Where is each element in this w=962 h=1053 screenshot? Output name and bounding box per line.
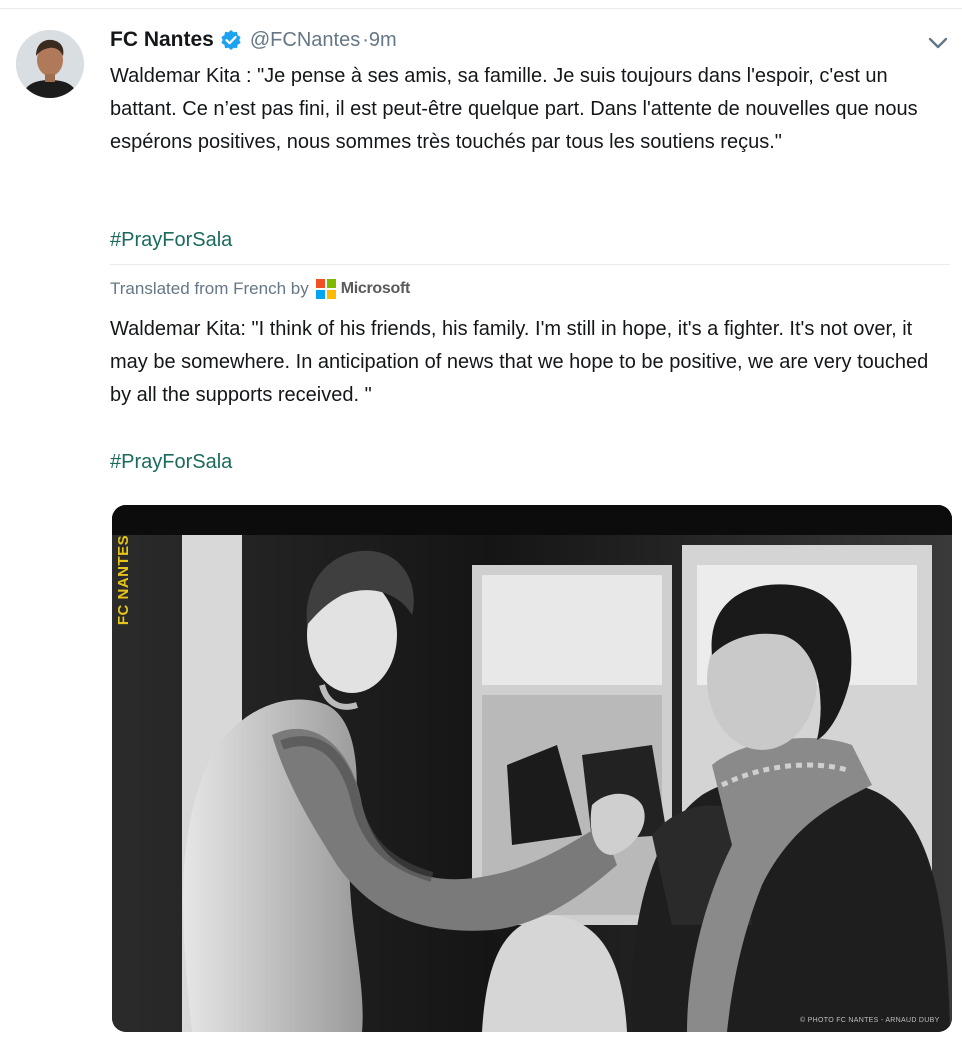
tweet-page: FC Nantes @FCNantes · 9m Waldemar Kita :… [0,0,962,1053]
watermark-text: FC NANTES [115,534,132,626]
photo-watermark: FC NANTES [112,520,136,640]
separator: · [362,28,369,51]
photo-credit: © PHOTO FC NANTES - ARNAUD DUBY [800,1017,940,1024]
tweet-photo[interactable] [112,505,952,1032]
translation-provider[interactable]: Microsoft [341,280,411,298]
hashtag-link[interactable]: #PrayForSala [110,224,232,257]
display-name[interactable]: FC Nantes [110,28,214,52]
divider [0,8,962,9]
timestamp[interactable]: 9m [369,29,397,52]
translated-text: Waldemar Kita: "I think of his friends, … [110,318,929,406]
avatar[interactable] [16,30,84,98]
divider [110,264,950,265]
translation-label: Translated from French by [110,279,309,298]
tweet-header: FC Nantes @FCNantes · 9m [110,24,397,56]
verified-badge-icon [220,29,242,51]
handle[interactable]: @FCNantes [250,29,360,52]
chevron-down-icon[interactable] [926,34,950,52]
hashtag-link[interactable]: #PrayForSala [110,446,232,479]
microsoft-logo-icon [315,279,336,299]
tweet-text: Waldemar Kita : "Je pense à ses amis, sa… [110,65,918,153]
translation-attribution: Translated from French by Microsoft [110,277,410,301]
